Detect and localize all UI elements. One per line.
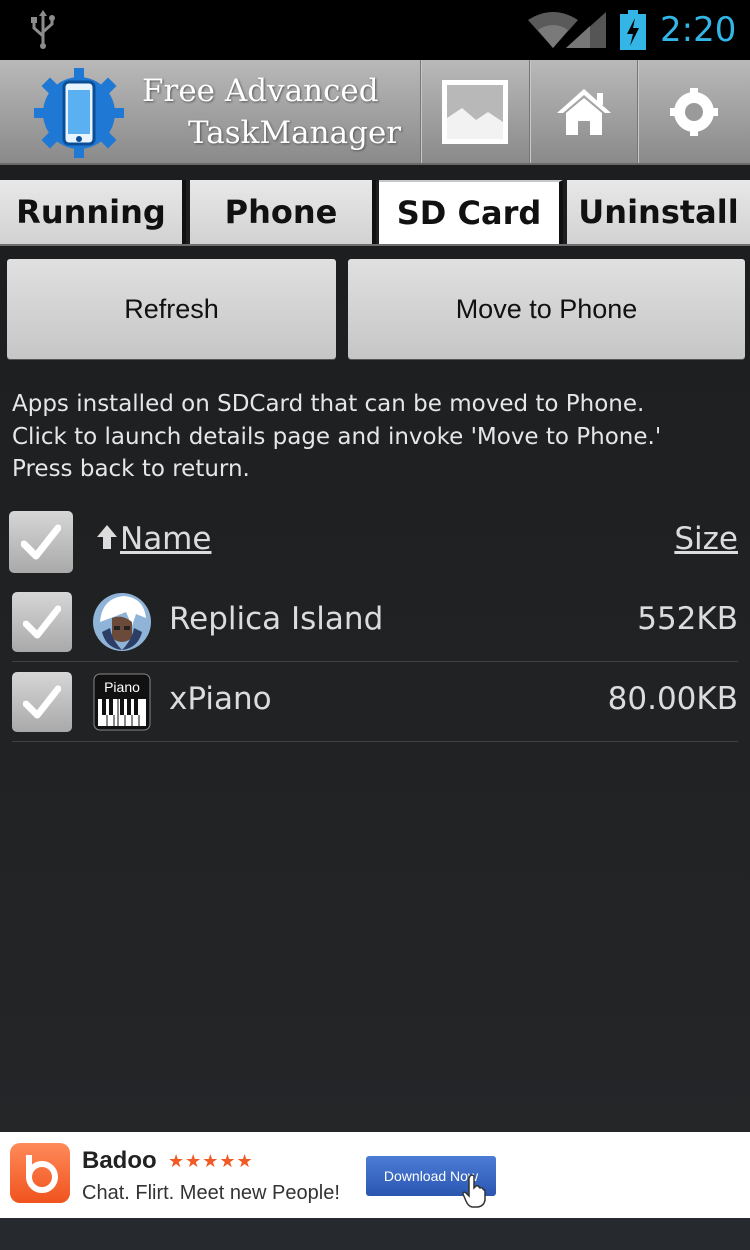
app-logo-icon [34, 68, 124, 158]
settings-button[interactable] [637, 60, 750, 163]
list-item[interactable]: Piano xPiano 80.00KB [12, 662, 738, 742]
xpiano-icon-label: Piano [104, 679, 140, 695]
badoo-logo-icon [10, 1143, 70, 1203]
row-checkbox[interactable] [12, 672, 72, 732]
tab-uninstall[interactable]: Uninstall [567, 180, 750, 244]
app-name: xPiano [169, 681, 272, 717]
app-size: 80.00KB [607, 681, 738, 717]
info-line-1: Apps installed on SDCard that can be mov… [12, 391, 645, 417]
list-item[interactable]: Replica Island 552KB [12, 582, 738, 662]
column-header-size[interactable]: Size [600, 516, 738, 562]
status-bar: 2:20 [0, 0, 750, 60]
app-size: 552KB [637, 601, 738, 637]
screen: 2:20 Free Advanced TaskManager Running P… [0, 0, 750, 1250]
app-title-line1: Free Advanced [142, 73, 379, 109]
usb-icon [31, 10, 55, 49]
info-line-2: Click to launch details page and invoke … [12, 423, 662, 450]
battery-charging-icon [620, 10, 646, 50]
settings-icon [670, 87, 718, 136]
bottom-strip [0, 1218, 750, 1250]
status-time: 2:20 [660, 10, 737, 50]
checkmark-icon [23, 685, 61, 719]
home-icon [556, 88, 611, 135]
tab-sd-card[interactable]: SD Card [379, 180, 563, 244]
app-header: Free Advanced TaskManager [0, 60, 750, 165]
up-arrow-icon [97, 525, 117, 549]
tabs-divider [0, 244, 750, 246]
signal-icon [566, 12, 606, 48]
tab-bar: Running Phone SD Card Uninstall [0, 180, 750, 244]
checkmark-icon [21, 524, 61, 560]
tab-phone[interactable]: Phone [190, 180, 376, 244]
xpiano-icon: Piano [93, 673, 151, 731]
app-name: Replica Island [169, 601, 384, 637]
row-checkbox[interactable] [12, 592, 72, 652]
info-text: Apps installed on SDCard that can be mov… [12, 388, 738, 488]
wallpaper-button[interactable] [420, 60, 528, 163]
app-title: Free Advanced TaskManager [142, 70, 412, 158]
app-title-line2: TaskManager [188, 115, 402, 151]
move-to-phone-button[interactable]: Move to Phone [348, 259, 745, 359]
checkmark-icon [23, 605, 61, 639]
info-line-3: Press back to return. [12, 456, 250, 482]
home-button[interactable] [529, 60, 637, 163]
refresh-button[interactable]: Refresh [7, 259, 336, 359]
ad-rating-stars: ★★★★★ [168, 1151, 254, 1172]
ad-tagline: Chat. Flirt. Meet new People! [82, 1182, 340, 1204]
hand-cursor-icon [462, 1174, 486, 1208]
column-header-name[interactable]: Name [120, 516, 270, 562]
ad-banner[interactable]: Badoo ★★★★★ Chat. Flirt. Meet new People… [0, 1132, 750, 1218]
tab-running[interactable]: Running [0, 180, 186, 244]
select-all-checkbox[interactable] [9, 511, 73, 573]
replica-island-icon [93, 593, 151, 651]
wallpaper-icon [441, 79, 508, 144]
ad-brand: Badoo [82, 1147, 157, 1174]
